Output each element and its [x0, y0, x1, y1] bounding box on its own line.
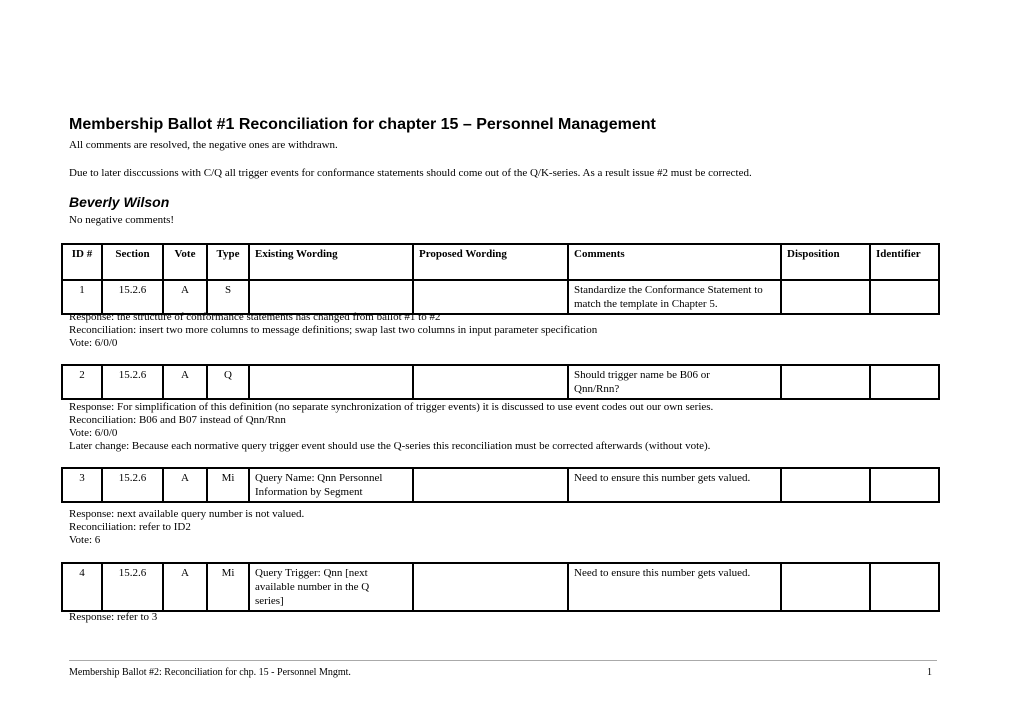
cell-identifier	[869, 562, 940, 612]
cell-type: Mi	[206, 467, 250, 503]
reviewer-note: No negative comments!	[69, 214, 175, 226]
note-vote: Vote: 6/0/0	[69, 337, 118, 349]
cell-vote: A	[162, 467, 208, 503]
cell-existing-text: Query Trigger: Qnn [next available numbe…	[255, 567, 370, 607]
item-1-notes: Response: the structure of conformance s…	[69, 311, 597, 350]
intro-text: All comments are resolved, the negative …	[69, 139, 338, 151]
note-response: Response: For simplification of this def…	[69, 401, 714, 413]
cell-disposition	[780, 467, 871, 503]
note-response: Response: next available query number is…	[69, 508, 305, 520]
item-3-notes: Response: next available query number is…	[69, 508, 304, 547]
table-header-row: ID # Section Vote Type Existing Wording …	[61, 243, 940, 281]
cell-disposition	[780, 562, 871, 612]
note-response: Response: the structure of conformance s…	[69, 311, 441, 323]
cell-vote: A	[162, 562, 208, 612]
cell-existing-wording	[248, 279, 414, 315]
header-type: Type	[206, 243, 250, 281]
header-existing-wording: Existing Wording	[248, 243, 414, 281]
cell-identifier	[869, 364, 940, 400]
cell-proposed-wording	[412, 279, 569, 315]
note-vote: Vote: 6/0/0	[69, 427, 118, 439]
cell-existing-wording: Query Name: Qnn Personnel Information by…	[248, 467, 414, 503]
table-row: 3 15.2.6 A Mi Query Name: Qnn Personnel …	[61, 467, 940, 503]
cell-comments: Need to ensure this number gets valued.	[567, 562, 782, 612]
reviewer-heading: Beverly Wilson	[69, 194, 170, 210]
item-2-notes: Response: For simplification of this def…	[69, 401, 713, 453]
cell-comments: Standardize the Conformance Statement to…	[567, 279, 782, 315]
cell-type: Mi	[206, 562, 250, 612]
cell-vote: A	[162, 364, 208, 400]
note-later-change: Later change: Because each normative que…	[69, 440, 711, 452]
note-text: Due to later disccussions with C/Q all t…	[69, 167, 752, 179]
cell-id: 4	[61, 562, 103, 612]
header-vote: Vote	[162, 243, 208, 281]
header-disposition: Disposition	[780, 243, 871, 281]
cell-identifier	[869, 467, 940, 503]
cell-comments: Should trigger name be B06 or Qnn/Rnn?	[567, 364, 782, 400]
cell-comments: Need to ensure this number gets valued.	[567, 467, 782, 503]
note-reconciliation: Reconciliation: insert two more columns …	[69, 324, 598, 336]
table-row: 2 15.2.6 A Q Should trigger name be B06 …	[61, 364, 940, 400]
cell-section: 15.2.6	[101, 562, 164, 612]
cell-disposition	[780, 364, 871, 400]
note-response: Response: refer to 3	[69, 611, 158, 623]
comment-table-3: 3 15.2.6 A Mi Query Name: Qnn Personnel …	[61, 467, 940, 503]
comment-table-1: ID # Section Vote Type Existing Wording …	[61, 243, 940, 315]
cell-comments-text: Should trigger name be B06 or Qnn/Rnn?	[574, 369, 710, 395]
cell-id: 3	[61, 467, 103, 503]
cell-existing-wording: Query Trigger: Qnn [next available numbe…	[248, 562, 414, 612]
item-4-notes: Response: refer to 3	[69, 611, 157, 624]
comment-table-4: 4 15.2.6 A Mi Query Trigger: Qnn [next a…	[61, 562, 940, 612]
page-number: 1	[927, 667, 932, 678]
header-id: ID #	[61, 243, 103, 281]
footer-text: Membership Ballot #2: Reconciliation for…	[69, 667, 351, 678]
table-row: 1 15.2.6 A S Standardize the Conformance…	[61, 279, 940, 315]
cell-id: 2	[61, 364, 103, 400]
note-vote: Vote: 6	[69, 534, 101, 546]
cell-proposed-wording	[412, 364, 569, 400]
header-proposed-wording: Proposed Wording	[412, 243, 569, 281]
header-identifier: Identifier	[869, 243, 940, 281]
cell-section: 15.2.6	[101, 467, 164, 503]
footer-divider	[69, 660, 937, 661]
note-reconciliation: Reconciliation: B06 and B07 instead of Q…	[69, 414, 286, 426]
cell-vote: A	[162, 279, 208, 315]
cell-proposed-wording	[412, 467, 569, 503]
cell-proposed-wording	[412, 562, 569, 612]
cell-existing-wording	[248, 364, 414, 400]
cell-identifier	[869, 279, 940, 315]
cell-section: 15.2.6	[101, 279, 164, 315]
cell-type: S	[206, 279, 250, 315]
table-row: 4 15.2.6 A Mi Query Trigger: Qnn [next a…	[61, 562, 940, 612]
cell-section: 15.2.6	[101, 364, 164, 400]
cell-existing-text: Query Name: Qnn Personnel Information by…	[255, 472, 383, 498]
document-title: Membership Ballot #1 Reconciliation for …	[69, 116, 656, 133]
cell-type: Q	[206, 364, 250, 400]
header-section: Section	[101, 243, 164, 281]
header-comments: Comments	[567, 243, 782, 281]
note-reconciliation: Reconciliation: refer to ID2	[69, 521, 191, 533]
cell-id: 1	[61, 279, 103, 315]
comment-table-2: 2 15.2.6 A Q Should trigger name be B06 …	[61, 364, 940, 400]
cell-disposition	[780, 279, 871, 315]
